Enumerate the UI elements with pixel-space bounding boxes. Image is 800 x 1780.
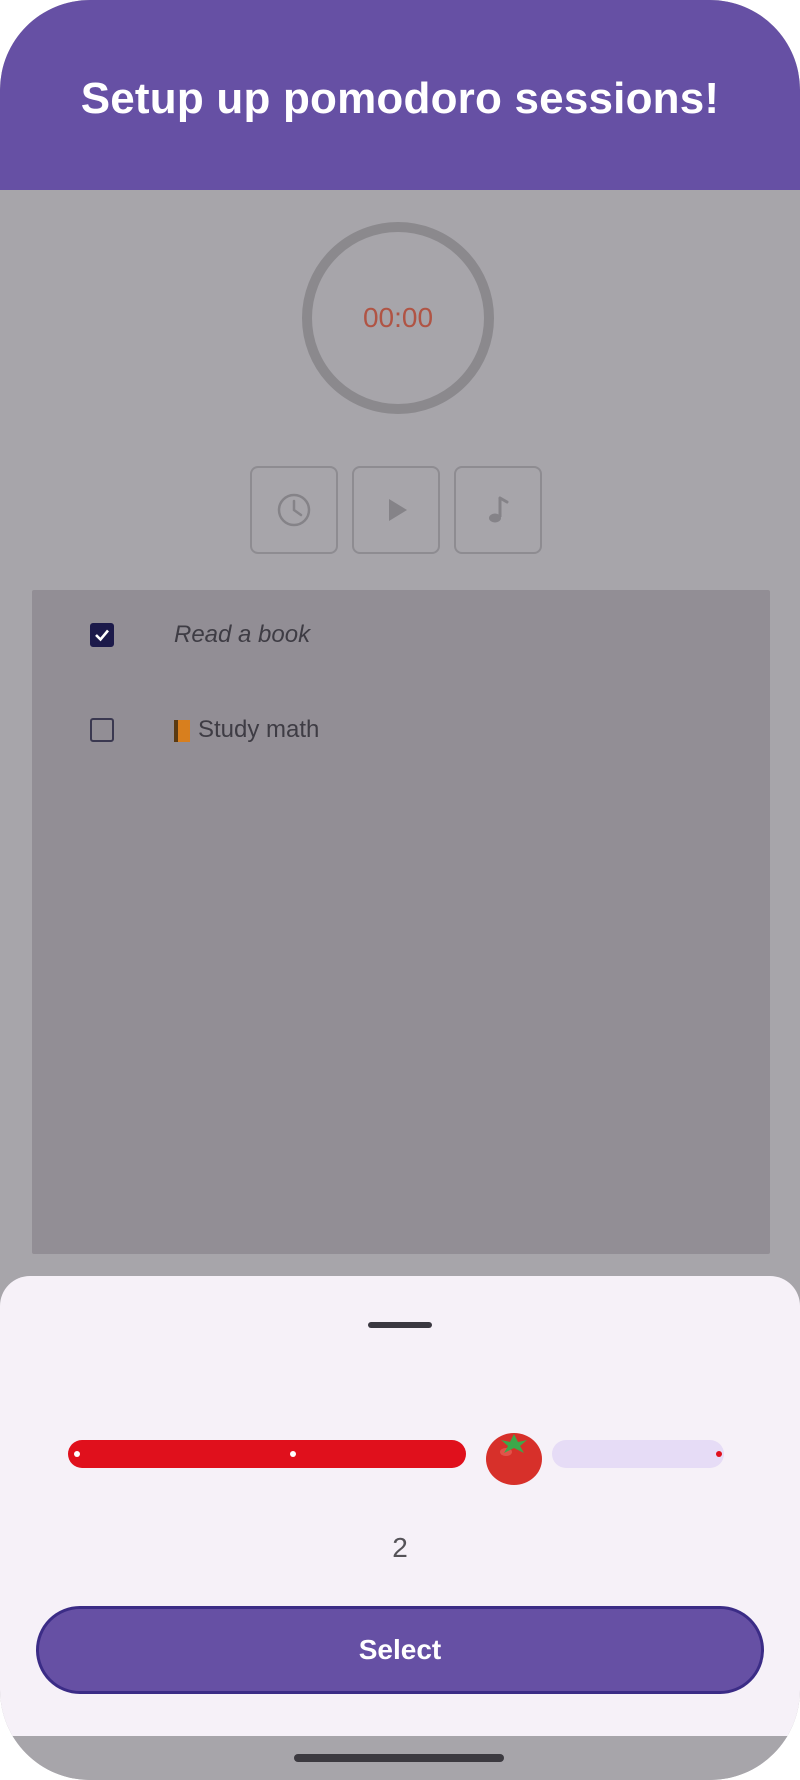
- app-screen: Setup up pomodoro sessions! 00:00 Read a…: [0, 0, 800, 1780]
- set-timer-button[interactable]: [250, 466, 338, 554]
- book-icon: [174, 719, 190, 742]
- clock-icon: [277, 493, 311, 527]
- task-item[interactable]: Study math: [32, 705, 770, 755]
- task-label-wrap: Study math: [174, 716, 319, 744]
- timer-display: 00:00: [362, 302, 434, 333]
- drag-handle[interactable]: [368, 1322, 432, 1328]
- task-list: Read a book Study math: [32, 590, 770, 1254]
- play-button[interactable]: [352, 466, 440, 554]
- tomato-icon[interactable]: [482, 1426, 546, 1486]
- play-icon: [389, 499, 407, 521]
- select-button[interactable]: Select: [36, 1606, 764, 1694]
- task-checkbox-checked[interactable]: [90, 623, 114, 647]
- home-indicator[interactable]: [294, 1754, 504, 1762]
- music-button[interactable]: [454, 466, 542, 554]
- music-note-icon: [489, 496, 509, 523]
- task-checkbox-unchecked[interactable]: [90, 718, 114, 742]
- system-nav-bar: [0, 1736, 800, 1780]
- slider-inactive-track: [552, 1440, 724, 1468]
- checkmark-icon: [95, 629, 109, 642]
- slider-tick: [290, 1451, 296, 1457]
- page-title: Setup up pomodoro sessions!: [80, 74, 720, 123]
- session-count: 2: [392, 1532, 408, 1563]
- slider-tick: [716, 1451, 722, 1457]
- app-bar: Setup up pomodoro sessions!: [0, 0, 800, 190]
- timer-ring: 00:00: [302, 222, 494, 414]
- session-slider[interactable]: [64, 1426, 736, 1486]
- task-item[interactable]: Read a book: [32, 610, 770, 660]
- task-label: Study math: [198, 716, 320, 743]
- bottom-sheet: 2 Select: [0, 1276, 800, 1736]
- slider-tick: [74, 1451, 80, 1457]
- task-label: Read a book: [174, 621, 311, 648]
- slider-active-track: [68, 1440, 466, 1468]
- control-row: [250, 466, 542, 554]
